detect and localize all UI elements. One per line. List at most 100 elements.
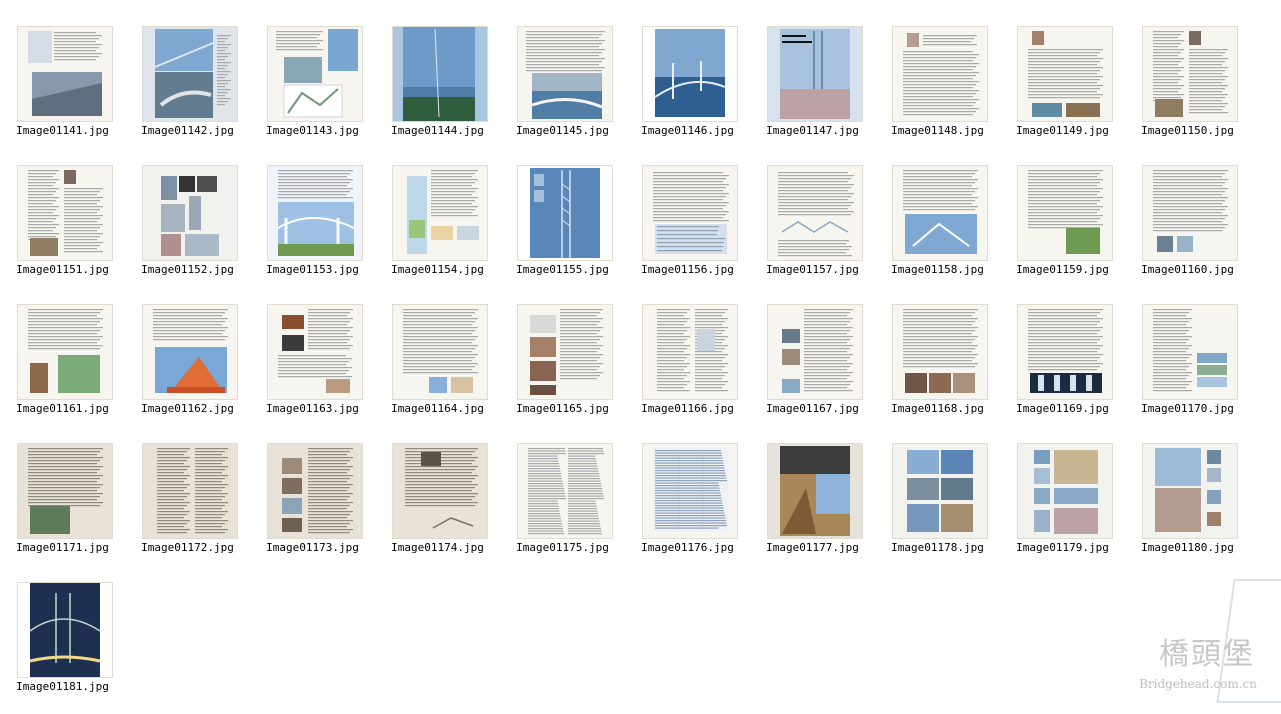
thumbnail-image[interactable] xyxy=(1142,165,1238,261)
thumbnail-image[interactable] xyxy=(892,26,988,122)
file-thumbnail-item[interactable]: Image01171.jpg xyxy=(0,443,125,575)
thumbnail-image[interactable] xyxy=(392,304,488,400)
file-name-label[interactable]: Image01174.jpg xyxy=(375,541,500,554)
thumbnail-image[interactable] xyxy=(142,443,238,539)
file-thumbnail-item[interactable]: Image01177.jpg xyxy=(750,443,875,575)
file-thumbnail-item[interactable]: Image01151.jpg xyxy=(0,165,125,297)
file-thumbnail-item[interactable]: Image01176.jpg xyxy=(625,443,750,575)
file-name-label[interactable]: Image01161.jpg xyxy=(0,402,125,415)
file-name-label[interactable]: Image01143.jpg xyxy=(250,124,375,137)
file-name-label[interactable]: Image01152.jpg xyxy=(125,263,250,276)
file-name-label[interactable]: Image01176.jpg xyxy=(625,541,750,554)
file-name-label[interactable]: Image01167.jpg xyxy=(750,402,875,415)
file-thumbnail-item[interactable]: Image01170.jpg xyxy=(1125,304,1250,436)
thumbnail-image[interactable] xyxy=(1017,443,1113,539)
file-thumbnail-item[interactable]: Image01142.jpg xyxy=(125,26,250,158)
file-thumbnail-item[interactable]: Image01163.jpg xyxy=(250,304,375,436)
thumbnail-image[interactable] xyxy=(142,165,238,261)
file-name-label[interactable]: Image01147.jpg xyxy=(750,124,875,137)
thumbnail-image[interactable] xyxy=(17,443,113,539)
file-thumbnail-item[interactable]: Image01179.jpg xyxy=(1000,443,1125,575)
file-name-label[interactable]: Image01150.jpg xyxy=(1125,124,1250,137)
file-name-label[interactable]: Image01141.jpg xyxy=(0,124,125,137)
thumbnail-image[interactable] xyxy=(142,26,238,122)
thumbnail-image[interactable] xyxy=(642,304,738,400)
thumbnail-image[interactable] xyxy=(642,165,738,261)
thumbnail-image[interactable] xyxy=(267,26,363,122)
thumbnail-image[interactable] xyxy=(1017,165,1113,261)
file-name-label[interactable]: Image01163.jpg xyxy=(250,402,375,415)
file-name-label[interactable]: Image01156.jpg xyxy=(625,263,750,276)
thumbnail-image[interactable] xyxy=(892,165,988,261)
file-name-label[interactable]: Image01153.jpg xyxy=(250,263,375,276)
file-thumbnail-item[interactable]: Image01172.jpg xyxy=(125,443,250,575)
file-name-label[interactable]: Image01159.jpg xyxy=(1000,263,1125,276)
file-thumbnail-item[interactable]: Image01146.jpg xyxy=(625,26,750,158)
thumbnail-image[interactable] xyxy=(392,165,488,261)
file-thumbnail-item[interactable]: Image01174.jpg xyxy=(375,443,500,575)
file-thumbnail-item[interactable]: Image01166.jpg xyxy=(625,304,750,436)
file-name-label[interactable]: Image01157.jpg xyxy=(750,263,875,276)
file-name-label[interactable]: Image01181.jpg xyxy=(0,680,125,693)
file-name-label[interactable]: Image01160.jpg xyxy=(1125,263,1250,276)
file-thumbnail-item[interactable]: Image01145.jpg xyxy=(500,26,625,158)
thumbnail-image[interactable] xyxy=(1142,304,1238,400)
thumbnail-image[interactable] xyxy=(267,443,363,539)
thumbnail-image[interactable] xyxy=(517,26,613,122)
file-thumbnail-item[interactable]: Image01178.jpg xyxy=(875,443,1000,575)
file-thumbnail-item[interactable]: Image01147.jpg xyxy=(750,26,875,158)
file-thumbnail-item[interactable]: Image01168.jpg xyxy=(875,304,1000,436)
thumbnail-image[interactable] xyxy=(17,304,113,400)
file-thumbnail-item[interactable]: Image01181.jpg xyxy=(0,582,125,714)
thumbnail-image[interactable] xyxy=(267,165,363,261)
file-name-label[interactable]: Image01146.jpg xyxy=(625,124,750,137)
thumbnail-image[interactable] xyxy=(517,165,613,261)
file-thumbnail-item[interactable]: Image01165.jpg xyxy=(500,304,625,436)
thumbnail-image[interactable] xyxy=(642,26,738,122)
file-thumbnail-item[interactable]: Image01141.jpg xyxy=(0,26,125,158)
file-thumbnail-item[interactable]: Image01167.jpg xyxy=(750,304,875,436)
thumbnail-image[interactable] xyxy=(392,443,488,539)
thumbnail-image[interactable] xyxy=(642,443,738,539)
thumbnail-image[interactable] xyxy=(392,26,488,122)
file-thumbnail-item[interactable]: Image01153.jpg xyxy=(250,165,375,297)
file-name-label[interactable]: Image01179.jpg xyxy=(1000,541,1125,554)
thumbnail-image[interactable] xyxy=(767,304,863,400)
file-name-label[interactable]: Image01168.jpg xyxy=(875,402,1000,415)
thumbnail-image[interactable] xyxy=(17,165,113,261)
thumbnail-image[interactable] xyxy=(1142,26,1238,122)
file-thumbnail-item[interactable]: Image01156.jpg xyxy=(625,165,750,297)
file-name-label[interactable]: Image01177.jpg xyxy=(750,541,875,554)
file-thumbnail-item[interactable]: Image01161.jpg xyxy=(0,304,125,436)
file-name-label[interactable]: Image01180.jpg xyxy=(1125,541,1250,554)
file-thumbnail-item[interactable]: Image01164.jpg xyxy=(375,304,500,436)
file-name-label[interactable]: Image01154.jpg xyxy=(375,263,500,276)
file-thumbnail-item[interactable]: Image01152.jpg xyxy=(125,165,250,297)
file-thumbnail-item[interactable]: Image01155.jpg xyxy=(500,165,625,297)
file-name-label[interactable]: Image01178.jpg xyxy=(875,541,1000,554)
file-name-label[interactable]: Image01145.jpg xyxy=(500,124,625,137)
file-thumbnail-item[interactable]: Image01149.jpg xyxy=(1000,26,1125,158)
file-name-label[interactable]: Image01155.jpg xyxy=(500,263,625,276)
file-name-label[interactable]: Image01162.jpg xyxy=(125,402,250,415)
file-thumbnail-item[interactable]: Image01143.jpg xyxy=(250,26,375,158)
thumbnail-image[interactable] xyxy=(517,304,613,400)
file-name-label[interactable]: Image01173.jpg xyxy=(250,541,375,554)
file-name-label[interactable]: Image01169.jpg xyxy=(1000,402,1125,415)
file-thumbnail-item[interactable]: Image01169.jpg xyxy=(1000,304,1125,436)
file-name-label[interactable]: Image01164.jpg xyxy=(375,402,500,415)
thumbnail-image[interactable] xyxy=(767,26,863,122)
file-name-label[interactable]: Image01144.jpg xyxy=(375,124,500,137)
thumbnail-image[interactable] xyxy=(892,304,988,400)
file-name-label[interactable]: Image01158.jpg xyxy=(875,263,1000,276)
file-thumbnail-item[interactable]: Image01158.jpg xyxy=(875,165,1000,297)
thumbnail-image[interactable] xyxy=(1017,304,1113,400)
thumbnail-image[interactable] xyxy=(1017,26,1113,122)
file-thumbnail-item[interactable]: Image01144.jpg xyxy=(375,26,500,158)
file-thumbnail-item[interactable]: Image01159.jpg xyxy=(1000,165,1125,297)
file-thumbnail-item[interactable]: Image01160.jpg xyxy=(1125,165,1250,297)
file-name-label[interactable]: Image01149.jpg xyxy=(1000,124,1125,137)
file-name-label[interactable]: Image01142.jpg xyxy=(125,124,250,137)
file-name-label[interactable]: Image01175.jpg xyxy=(500,541,625,554)
file-thumbnail-item[interactable]: Image01154.jpg xyxy=(375,165,500,297)
